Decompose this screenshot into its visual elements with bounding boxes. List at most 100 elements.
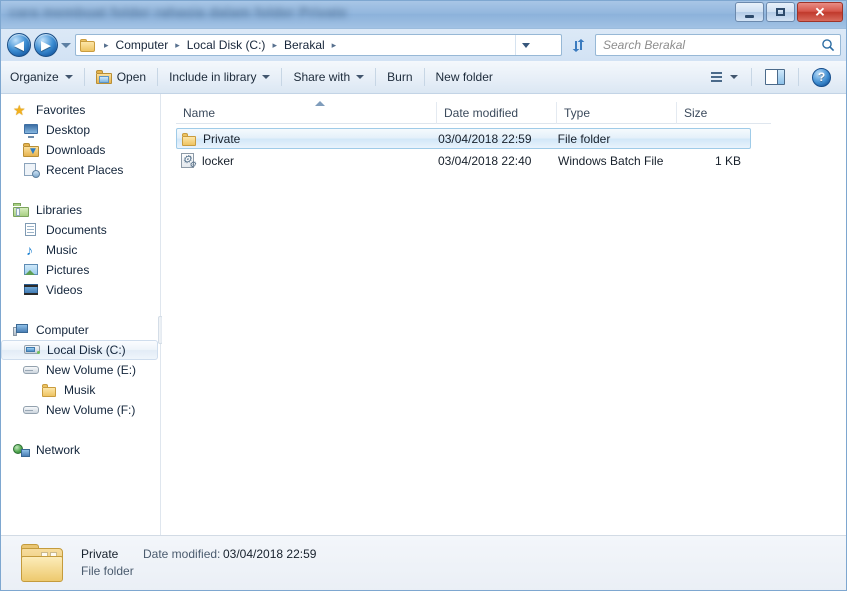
sidebar-item-musik[interactable]: Musik <box>1 380 160 400</box>
sidebar-item-recent-places[interactable]: Recent Places <box>1 160 160 180</box>
share-with-button[interactable]: Share with <box>284 65 373 89</box>
open-folder-icon <box>95 70 112 84</box>
downloads-folder-icon: ▼ <box>23 142 40 158</box>
include-in-library-label: Include in library <box>169 70 257 84</box>
table-row[interactable]: Private 03/04/2018 22:59 File folder <box>176 128 751 149</box>
help-icon: ? <box>812 67 831 87</box>
sidebar-item-local-disk-c[interactable]: Local Disk (C:) <box>1 340 158 360</box>
column-header-size[interactable]: Size <box>676 101 771 124</box>
change-view-button[interactable] <box>697 65 747 89</box>
burn-button[interactable]: Burn <box>378 65 421 89</box>
new-folder-button[interactable]: New folder <box>427 65 502 89</box>
sidebar-label: Musik <box>64 383 96 397</box>
details-pane: Private Date modified: 03/04/2018 22:59 … <box>1 535 846 590</box>
maximize-icon <box>776 8 785 16</box>
forward-button[interactable]: ▶ <box>34 33 58 57</box>
cell-type: Windows Batch File <box>558 153 664 168</box>
sidebar-item-favorites[interactable]: ★ Favorites <box>1 100 160 120</box>
organize-label: Organize <box>10 70 59 84</box>
toolbar-divider <box>423 68 425 86</box>
computer-icon <box>13 322 30 338</box>
minimize-icon <box>745 15 754 18</box>
close-button[interactable]: ✕ <box>797 2 843 22</box>
explorer-window: cara membuat folder rahasia dalam folder… <box>0 0 847 591</box>
burn-label: Burn <box>387 70 413 84</box>
column-label: Date modified <box>444 105 519 120</box>
cell-date-modified: 03/04/2018 22:59 <box>438 131 532 146</box>
sidebar-label: Local Disk (C:) <box>47 343 126 357</box>
sidebar-item-documents[interactable]: Documents <box>1 220 160 240</box>
search-box[interactable]: Search Berakal <box>595 34 841 56</box>
search-input[interactable]: Search Berakal <box>596 38 816 52</box>
refresh-icon <box>572 38 584 52</box>
open-button[interactable]: Open <box>87 65 155 89</box>
sidebar-label: Computer <box>36 323 89 337</box>
nav-group-libraries: Libraries Documents ♪ Music Pictures Vid… <box>1 200 160 300</box>
toolbar-right-group: ? <box>697 65 846 89</box>
breadcrumb-separator: ▸ <box>331 39 337 50</box>
chevron-down-icon <box>64 75 73 79</box>
breadcrumb-berakal[interactable]: Berakal <box>282 38 327 52</box>
cell-type: File folder <box>557 131 611 146</box>
sidebar-label: Videos <box>46 283 83 297</box>
details-item-type: File folder <box>81 564 134 578</box>
hard-disk-icon <box>24 342 41 358</box>
folder-icon <box>41 382 58 398</box>
sidebar-label: Pictures <box>46 263 90 277</box>
sidebar-label: Favorites <box>36 103 86 117</box>
sidebar-item-computer[interactable]: Computer <box>1 320 160 340</box>
window-controls: ✕ <box>735 2 843 22</box>
table-row[interactable]: ⚙ ⚙ locker 03/04/2018 22:40 Windows Batch… <box>176 150 751 171</box>
sidebar-item-desktop[interactable]: Desktop <box>1 120 160 140</box>
sidebar-item-network[interactable]: Network <box>1 440 160 460</box>
sidebar-item-downloads[interactable]: ▼ Downloads <box>1 140 160 160</box>
sidebar-item-videos[interactable]: Videos <box>1 280 160 300</box>
toolbar-divider <box>281 68 283 86</box>
videos-icon <box>23 282 40 298</box>
window-title: cara membuat folder rahasia dalam folder… <box>9 4 347 20</box>
column-header-type[interactable]: Type <box>556 101 676 124</box>
back-button[interactable]: ◀ <box>7 33 31 57</box>
sidebar-label: Documents <box>46 223 107 237</box>
column-label: Size <box>684 105 708 120</box>
documents-icon <box>23 222 40 238</box>
share-with-label: Share with <box>293 70 351 84</box>
maximize-button[interactable] <box>766 2 795 22</box>
include-in-library-button[interactable]: Include in library <box>160 65 279 89</box>
navigation-pane: ★ Favorites Desktop ▼ Downloads Recent P… <box>1 94 161 535</box>
breadcrumb-local-disk-c[interactable]: Local Disk (C:) <box>185 38 268 52</box>
command-toolbar: Organize Open Include in library Share w… <box>1 61 846 94</box>
sidebar-label: Desktop <box>46 123 91 137</box>
details-date-modified-value: 03/04/2018 22:59 <box>223 547 317 561</box>
file-name: Private <box>203 131 241 146</box>
folder-icon <box>181 131 197 147</box>
sidebar-label: Downloads <box>46 143 106 157</box>
sidebar-item-music[interactable]: ♪ Music <box>1 240 160 260</box>
sidebar-label: Recent Places <box>46 163 124 177</box>
sidebar-label: Libraries <box>36 203 83 217</box>
breadcrumb-computer[interactable]: Computer <box>114 38 171 52</box>
help-button[interactable]: ? <box>803 65 840 89</box>
sidebar-item-new-volume-f[interactable]: New Volume (F:) <box>1 400 160 420</box>
recent-pages-dropdown-icon[interactable] <box>61 43 71 48</box>
preview-pane-button[interactable] <box>756 65 794 89</box>
folder-icon <box>80 38 95 52</box>
toolbar-divider <box>157 68 159 86</box>
sidebar-item-new-volume-e[interactable]: New Volume (E:) <box>1 360 160 380</box>
large-folder-icon <box>19 544 67 584</box>
organize-button[interactable]: Organize <box>1 65 82 89</box>
search-icon <box>816 38 840 52</box>
refresh-button[interactable] <box>567 34 589 56</box>
sidebar-item-pictures[interactable]: Pictures <box>1 260 160 280</box>
sidebar-item-libraries[interactable]: Libraries <box>1 200 160 220</box>
address-dropdown-icon[interactable] <box>515 35 535 55</box>
column-header-name[interactable]: Name <box>176 102 436 124</box>
back-arrow-icon: ◀ <box>14 37 24 53</box>
cell-name: ⚙ ⚙ locker <box>176 152 438 169</box>
libraries-icon <box>13 202 30 218</box>
column-header-date-modified[interactable]: Date modified <box>436 101 556 124</box>
minimize-button[interactable] <box>735 2 764 22</box>
sidebar-label: Music <box>46 243 78 257</box>
pictures-icon <box>23 262 40 278</box>
address-bar[interactable]: ▸ Computer ▸ Local Disk (C:) ▸ Berakal ▸ <box>75 34 562 56</box>
